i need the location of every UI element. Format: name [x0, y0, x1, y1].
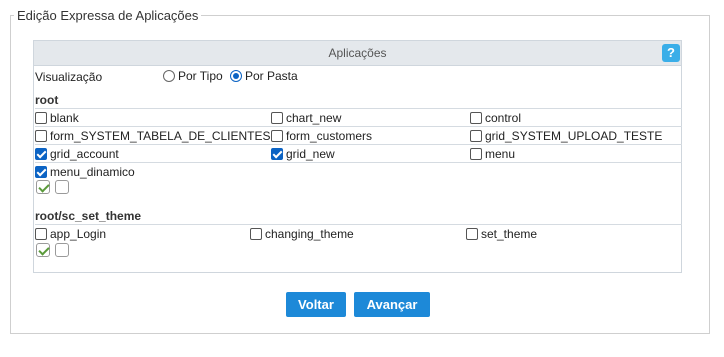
app-checkbox-set-theme[interactable]: set_theme — [466, 227, 537, 241]
app-label: menu — [485, 147, 516, 161]
panel-header: Aplicações ? — [34, 41, 681, 66]
app-label: grid_SYSTEM_UPLOAD_TESTE — [485, 129, 663, 143]
checkbox[interactable] — [35, 148, 47, 160]
checkbox[interactable] — [466, 228, 478, 240]
help-icon[interactable]: ? — [662, 44, 680, 62]
app-checkbox-grid-new[interactable]: grid_new — [271, 147, 335, 161]
checkbox[interactable] — [271, 112, 283, 124]
app-label: control — [485, 111, 522, 125]
select-all-theme-button[interactable] — [36, 243, 50, 257]
checkbox[interactable] — [250, 228, 262, 240]
radio-por-tipo[interactable]: Por Tipo — [163, 69, 223, 83]
radio-label: Por Pasta — [245, 69, 298, 83]
app-checkbox-form-system-tabela[interactable]: form_SYSTEM_TABELA_DE_CLIENTES — [35, 129, 271, 143]
select-none-root-button[interactable] — [55, 180, 69, 194]
checkbox[interactable] — [35, 112, 47, 124]
view-label: Visualização — [35, 70, 103, 84]
fieldset-legend: Edição Expressa de Aplicações — [17, 8, 199, 23]
checkbox[interactable] — [470, 112, 482, 124]
checkbox[interactable] — [470, 130, 482, 142]
radio-por-pasta[interactable]: Por Pasta — [230, 69, 298, 83]
app-label: changing_theme — [265, 227, 354, 241]
app-label: set_theme — [481, 227, 538, 241]
app-label: app_Login — [50, 227, 107, 241]
app-label: blank — [50, 111, 79, 125]
applications-panel: Aplicações ? Visualização Por Tipo Por P… — [33, 40, 682, 273]
back-button[interactable]: Voltar — [286, 292, 346, 317]
radio-dot[interactable] — [230, 70, 242, 82]
folder-title: root/sc_set_theme — [35, 209, 142, 223]
app-checkbox-app-login[interactable]: app_Login — [35, 227, 106, 241]
app-label: grid_account — [50, 147, 119, 161]
app-checkbox-grid-system-upload[interactable]: grid_SYSTEM_UPLOAD_TESTE — [470, 129, 662, 143]
next-button[interactable]: Avançar — [354, 292, 430, 317]
divider — [35, 224, 682, 225]
checkbox[interactable] — [35, 228, 47, 240]
app-label: menu_dinamico — [50, 165, 135, 179]
app-checkbox-form-customers[interactable]: form_customers — [271, 129, 372, 143]
panel-title: Aplicações — [328, 46, 387, 60]
select-none-theme-button[interactable] — [55, 243, 69, 257]
app-checkbox-grid-account[interactable]: grid_account — [35, 147, 119, 161]
divider — [35, 144, 682, 145]
checkbox[interactable] — [470, 148, 482, 160]
checkbox[interactable] — [35, 166, 47, 178]
app-label: form_customers — [286, 129, 373, 143]
radio-label: Por Tipo — [178, 69, 223, 83]
radio-dot[interactable] — [163, 70, 175, 82]
checkbox[interactable] — [271, 148, 283, 160]
app-checkbox-chart-new[interactable]: chart_new — [271, 111, 341, 125]
checkbox[interactable] — [35, 130, 47, 142]
folder-title: root — [35, 93, 59, 107]
app-checkbox-menu-dinamico[interactable]: menu_dinamico — [35, 165, 135, 179]
app-checkbox-control[interactable]: control — [470, 111, 521, 125]
app-checkbox-menu[interactable]: menu — [470, 147, 515, 161]
app-checkbox-changing-theme[interactable]: changing_theme — [250, 227, 354, 241]
select-all-root-button[interactable] — [36, 180, 50, 194]
divider — [35, 162, 682, 163]
app-label: form_SYSTEM_TABELA_DE_CLIENTES — [50, 129, 271, 143]
checkbox[interactable] — [271, 130, 283, 142]
app-label: chart_new — [286, 111, 342, 125]
divider — [35, 126, 682, 127]
divider — [35, 108, 682, 109]
app-label: grid_new — [286, 147, 335, 161]
app-checkbox-blank[interactable]: blank — [35, 111, 79, 125]
